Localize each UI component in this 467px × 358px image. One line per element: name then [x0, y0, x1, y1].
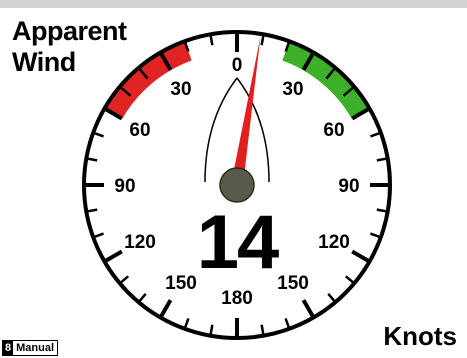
major-tick — [351, 249, 371, 264]
minor-tick — [118, 275, 130, 285]
units-label: Knots — [383, 321, 457, 351]
minor-tick — [370, 232, 382, 239]
minor-tick — [92, 131, 104, 138]
scale-label: 180 — [221, 288, 253, 309]
minor-tick — [183, 318, 190, 330]
minor-tick — [344, 275, 356, 285]
major-tick — [103, 249, 123, 264]
major-tick — [301, 299, 316, 319]
minor-tick — [327, 292, 337, 304]
mode-label: Manual — [16, 342, 55, 354]
scale-label: 30 — [282, 79, 303, 100]
minor-tick — [284, 318, 291, 330]
needle-hub — [219, 167, 255, 203]
scale-label: 0 — [232, 55, 243, 76]
wind-gauge: 0 30 30 60 60 90 90 120 120 150 150 180 — [82, 30, 392, 340]
scale-label: 30 — [170, 79, 191, 100]
minor-tick — [370, 131, 382, 138]
major-tick — [158, 299, 173, 319]
minor-tick — [92, 232, 104, 239]
scale-label: 60 — [129, 120, 150, 141]
scale-label: 150 — [277, 273, 309, 294]
mode-number: 8 — [3, 341, 14, 355]
scale-label: 60 — [323, 120, 344, 141]
minor-tick — [137, 292, 147, 304]
scale-label: 150 — [165, 273, 197, 294]
scale-label: 120 — [318, 232, 350, 253]
scale-label: 90 — [338, 176, 359, 197]
scale-label: 90 — [114, 176, 135, 197]
mode-badge[interactable]: 8 Manual — [2, 340, 59, 356]
wind-speed-value: 14 — [196, 200, 280, 285]
scale-label: 120 — [124, 232, 156, 253]
